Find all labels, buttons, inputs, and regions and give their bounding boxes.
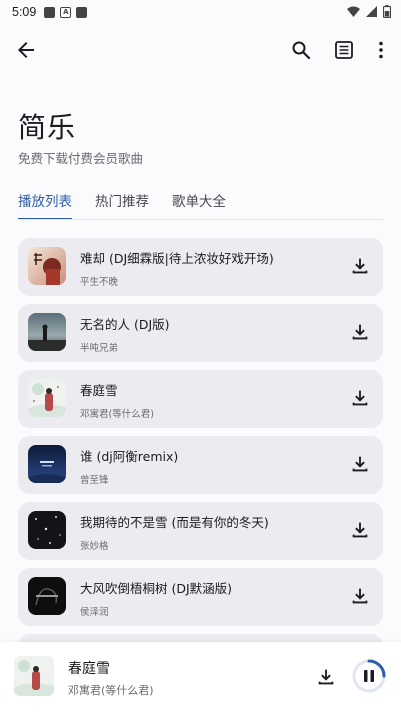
more-vert-icon[interactable] [369, 38, 393, 62]
song-item[interactable]: 难却 (DJ细霖版|待上浓妆好戏开场) 平生不晚 [18, 238, 383, 296]
download-icon[interactable] [349, 585, 371, 607]
song-item[interactable]: 大风吹倒梧桐树 (DJ默涵版) 侯泽润 [18, 568, 383, 626]
tab-song-lists[interactable]: 歌单大全 [172, 190, 226, 220]
song-artist: 半吨兄弟 [80, 343, 119, 354]
song-item[interactable]: 春庭雪 邓寓君(等什么君) [18, 370, 383, 428]
album-cover [28, 247, 66, 285]
page-subtitle: 免费下载付费会员歌曲 [18, 151, 144, 166]
song-title: 谁 (dj阿衡remix) [80, 449, 179, 464]
status-bar: 5:09 A [0, 0, 401, 24]
download-icon[interactable] [349, 321, 371, 343]
mini-player[interactable]: 春庭雪 邓寓君(等什么君) [0, 642, 401, 712]
player-download-icon[interactable] [315, 666, 337, 688]
tab-divider [18, 219, 383, 220]
song-item[interactable]: 我期待的不是雪 (而是有你的冬天) 张妙格 [18, 502, 383, 560]
song-item[interactable]: 谁 (dj阿衡remix) 曾至锋 [18, 436, 383, 494]
wifi-icon [347, 6, 360, 17]
song-list: 难却 (DJ细霖版|待上浓妆好戏开场) 平生不晚 无名的人 (DJ版) 半吨兄弟… [18, 238, 383, 646]
tab-bar: 播放列表 热门推荐 歌单大全 [18, 190, 249, 220]
song-artist: 侯泽润 [80, 607, 109, 618]
battery-icon [383, 5, 391, 18]
album-cover [28, 577, 66, 615]
song-artist: 张妙格 [80, 541, 109, 552]
album-cover [28, 511, 66, 549]
app-notification-icon [76, 6, 88, 18]
album-cover [28, 379, 66, 417]
song-artist: 平生不晚 [80, 277, 119, 288]
playlist-icon[interactable] [332, 38, 356, 62]
download-icon[interactable] [349, 519, 371, 541]
page-title: 简乐 [18, 111, 77, 144]
player-artist: 邓寓君(等什么君) [68, 684, 154, 697]
player-cover [14, 656, 54, 696]
search-icon[interactable] [289, 38, 313, 62]
tab-playlist[interactable]: 播放列表 [18, 190, 72, 220]
status-time: 5:09 [12, 5, 37, 19]
back-arrow-icon[interactable] [14, 38, 38, 62]
song-item[interactable]: 无名的人 (DJ版) 半吨兄弟 [18, 304, 383, 362]
song-title: 春庭雪 [80, 383, 118, 398]
album-cover [28, 313, 66, 351]
song-title: 大风吹倒梧桐树 (DJ默涵版) [80, 581, 233, 596]
download-icon[interactable] [349, 387, 371, 409]
app-bar [0, 30, 401, 70]
song-title: 我期待的不是雪 (而是有你的冬天) [80, 515, 269, 530]
signal-icon [366, 6, 377, 17]
download-icon[interactable] [349, 255, 371, 277]
song-title: 难却 (DJ细霖版|待上浓妆好戏开场) [80, 251, 274, 266]
album-cover [28, 445, 66, 483]
player-title: 春庭雪 [68, 661, 110, 677]
notification-icon [44, 6, 56, 18]
song-artist: 邓寓君(等什么君) [80, 409, 154, 420]
a-notification-icon: A [60, 6, 72, 18]
song-artist: 曾至锋 [80, 475, 109, 486]
download-icon[interactable] [349, 453, 371, 475]
tab-hot-recommend[interactable]: 热门推荐 [95, 190, 149, 220]
song-title: 无名的人 (DJ版) [80, 317, 170, 332]
pause-button[interactable] [351, 658, 387, 694]
